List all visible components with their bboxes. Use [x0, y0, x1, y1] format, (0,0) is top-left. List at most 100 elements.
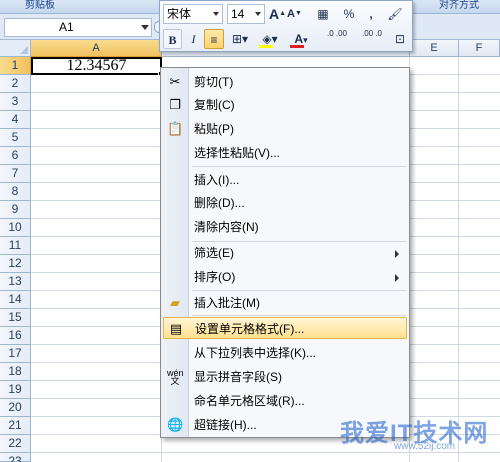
- context-menu: ✂ 剪切(T) ❐ 复制(C) 📋 粘贴(P) 选择性粘贴(V)... 插入(I…: [160, 67, 410, 438]
- column-header-f[interactable]: F: [459, 40, 500, 57]
- phonetic-icon: wén 文: [167, 368, 184, 386]
- row-header[interactable]: 20: [0, 399, 31, 417]
- menu-item-delete[interactable]: 删除(D)...: [163, 192, 407, 214]
- menu-item-label: 筛选(E): [194, 246, 234, 260]
- menu-item-pick-from-list[interactable]: 从下拉列表中选择(K)...: [163, 342, 407, 364]
- row-header[interactable]: 11: [0, 237, 31, 255]
- menu-item-label: 命名单元格区域(R)...: [194, 394, 305, 408]
- row-header[interactable]: 19: [0, 381, 31, 399]
- font-color-button[interactable]: A▾: [288, 29, 314, 49]
- site-watermark: 我爱IT技术网 www.52ij.com: [322, 413, 498, 453]
- row-header[interactable]: 2: [0, 75, 31, 93]
- menu-item-label: 删除(D)...: [194, 196, 245, 210]
- cell-a1[interactable]: 12.34567: [31, 57, 162, 75]
- chevron-down-icon[interactable]: [255, 12, 261, 16]
- menu-item-define-name[interactable]: 命名单元格区域(R)...: [163, 390, 407, 412]
- chevron-down-icon: ▾: [303, 35, 308, 45]
- font-name-box[interactable]: 宋体: [163, 4, 223, 24]
- row-header[interactable]: 21: [0, 417, 31, 435]
- italic-button[interactable]: I: [185, 29, 202, 49]
- row-header[interactable]: 16: [0, 327, 31, 345]
- row-header[interactable]: 5: [0, 129, 31, 147]
- number-format-icon: ▦: [317, 7, 329, 21]
- arrow-up-icon: ▲: [279, 10, 287, 17]
- hyperlink-icon: 🌐: [167, 417, 184, 432]
- chevron-right-icon: [395, 274, 399, 282]
- format-painter-button[interactable]: 🖌: [384, 4, 406, 24]
- font-size-value: 14: [231, 7, 245, 21]
- select-all-button[interactable]: [0, 40, 31, 57]
- format-cells-icon: ▤: [169, 321, 183, 336]
- excel-window: 剪贴板 对齐方式 A1 A E F 1 2 3 4 5 6 7 8 9 10 1…: [0, 0, 500, 462]
- row-header[interactable]: 12: [0, 255, 31, 273]
- menu-item-sort[interactable]: 排序(O): [163, 266, 407, 288]
- arrow-down-icon: ▼: [294, 10, 302, 17]
- row-header[interactable]: 15: [0, 309, 31, 327]
- ribbon-group-alignment[interactable]: 对齐方式: [420, 0, 498, 13]
- bold-button[interactable]: B: [163, 29, 182, 49]
- ribbon-group-clipboard[interactable]: 剪贴板: [0, 0, 80, 13]
- merge-center-button[interactable]: ⊡: [390, 29, 410, 49]
- chevron-down-icon[interactable]: [213, 12, 219, 16]
- borders-button[interactable]: ⊞▾: [228, 29, 252, 49]
- row-header[interactable]: 6: [0, 147, 31, 165]
- increase-decimal-button[interactable]: .0 .00: [320, 29, 354, 49]
- row-header[interactable]: 22: [0, 435, 31, 453]
- row-header[interactable]: 8: [0, 183, 31, 201]
- brush-icon: 🖌: [387, 7, 403, 21]
- row-header[interactable]: 1: [0, 57, 31, 75]
- row-header[interactable]: 17: [0, 345, 31, 363]
- column-header-a[interactable]: A: [31, 40, 162, 57]
- borders-icon: ⊞▾: [231, 32, 249, 46]
- font-size-box[interactable]: 14: [227, 4, 265, 24]
- shrink-font-label: A: [287, 8, 295, 20]
- paste-icon: 📋: [167, 121, 184, 136]
- menu-item-copy[interactable]: ❐ 复制(C): [163, 94, 407, 116]
- number-format-button[interactable]: ▦: [312, 4, 334, 24]
- decrease-decimal-button[interactable]: .00 .0: [357, 29, 387, 49]
- grid-line: [458, 57, 459, 462]
- row-header[interactable]: 13: [0, 273, 31, 291]
- shrink-font-button[interactable]: A▼: [287, 4, 302, 24]
- comma-button[interactable]: ,: [363, 4, 379, 24]
- percent-button[interactable]: %: [339, 4, 359, 24]
- row-header[interactable]: 10: [0, 219, 31, 237]
- menu-separator: [192, 290, 406, 291]
- watermark-url: www.52ij.com: [394, 441, 456, 452]
- align-center-button[interactable]: ≡: [204, 29, 224, 49]
- menu-item-format-cells[interactable]: ▤ 设置单元格格式(F)...: [163, 317, 407, 339]
- grow-font-label: A: [269, 6, 280, 22]
- menu-item-insert-comment[interactable]: ▰ 插入批注(M): [163, 292, 407, 314]
- align-center-icon: ≡: [210, 33, 218, 47]
- select-all-triangle-icon: [20, 46, 28, 54]
- grow-font-button[interactable]: A▲: [269, 4, 287, 24]
- menu-item-cut[interactable]: ✂ 剪切(T): [163, 71, 407, 93]
- menu-separator: [192, 315, 406, 316]
- menu-item-clear-contents[interactable]: 清除内容(N): [163, 216, 407, 238]
- row-header[interactable]: 23: [0, 453, 31, 462]
- menu-item-label: 设置单元格格式(F)...: [195, 322, 305, 336]
- row-header[interactable]: 9: [0, 201, 31, 219]
- row-header[interactable]: 3: [0, 93, 31, 111]
- merge-cells-icon: ⊡: [394, 32, 406, 46]
- font-color-letter: A: [294, 32, 304, 46]
- menu-item-paste[interactable]: 📋 粘贴(P): [163, 118, 407, 140]
- chevron-down-icon[interactable]: [141, 25, 149, 30]
- menu-item-label: 清除内容(N): [194, 220, 259, 234]
- menu-item-insert[interactable]: 插入(I)...: [163, 169, 407, 191]
- row-header[interactable]: 7: [0, 165, 31, 183]
- menu-separator: [192, 166, 406, 167]
- menu-item-label: 插入(I)...: [194, 173, 240, 187]
- menu-item-filter[interactable]: 筛选(E): [163, 242, 407, 264]
- menu-item-show-phonetic[interactable]: wén 文 显示拼音字段(S): [163, 366, 407, 388]
- row-header[interactable]: 4: [0, 111, 31, 129]
- mini-toolbar: 宋体 14 A▲ A▼ ▦ % , 🖌 B I ≡ ⊞▾ ◈▾ A▾ .0 .0…: [159, 0, 413, 52]
- menu-item-label: 复制(C): [194, 98, 235, 112]
- name-box[interactable]: A1: [4, 18, 152, 37]
- menu-item-paste-special[interactable]: 选择性粘贴(V)...: [163, 142, 407, 164]
- scissors-icon: ✂: [169, 74, 181, 89]
- row-header[interactable]: 18: [0, 363, 31, 381]
- fill-color-button[interactable]: ◈▾: [257, 29, 283, 49]
- column-header-e[interactable]: E: [410, 40, 459, 57]
- row-header[interactable]: 14: [0, 291, 31, 309]
